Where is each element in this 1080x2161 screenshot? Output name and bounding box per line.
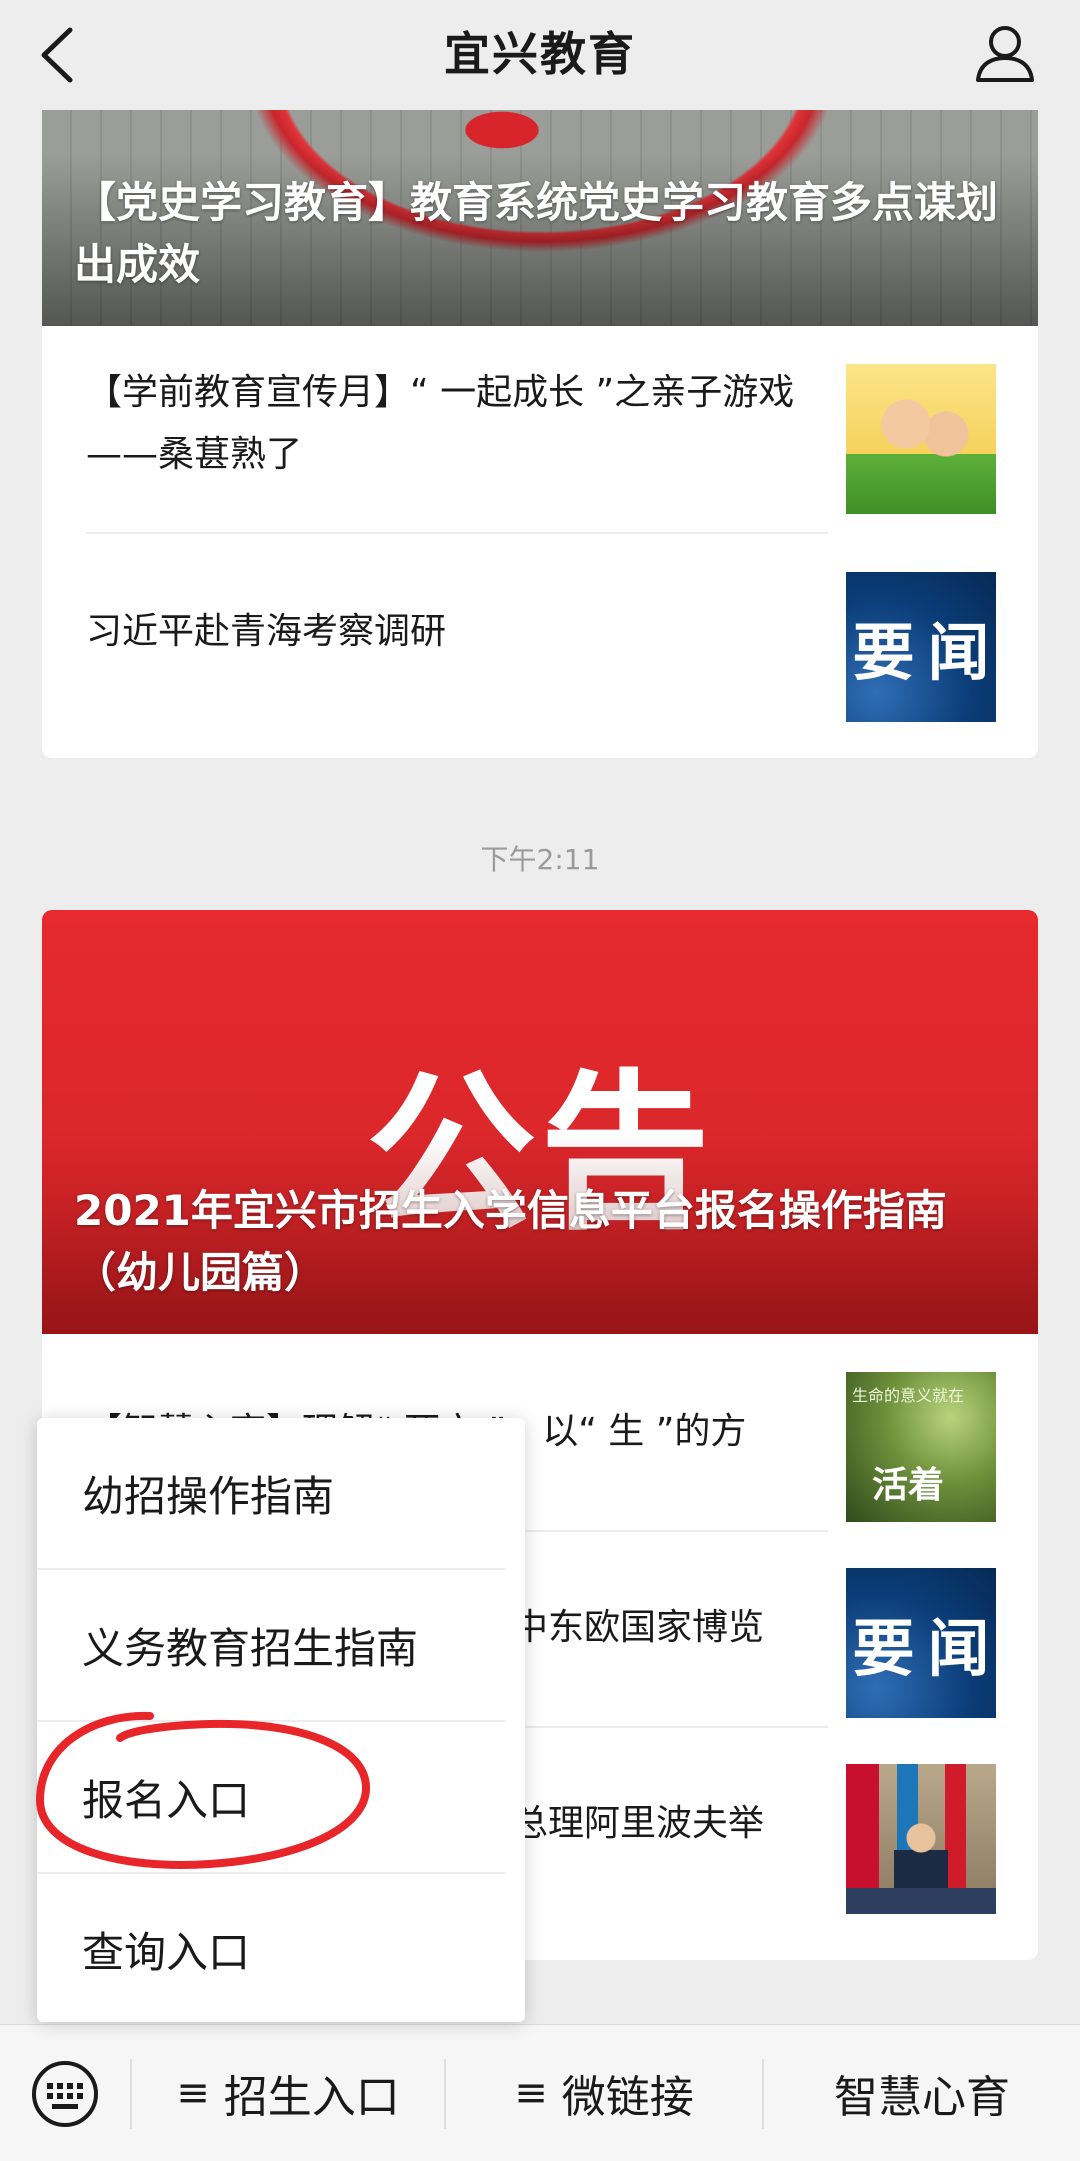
top-bar: 宜兴教育 [0,0,1080,110]
message-timestamp: 下午2:11 [480,843,600,876]
list-item[interactable]: 习近平赴青海考察调研 要 闻 [42,534,1038,730]
user-profile-icon[interactable] [970,18,1040,88]
thumbnail-person [894,1822,948,1892]
cover-title: 【党史学习教育】教育系统党史学习教育多点谋划出成效 [74,178,999,289]
article-card-1: 【党史学习教育】教育系统党史学习教育多点谋划出成效 【学前教育宣传月】“ 一起成… [42,110,1038,758]
list-item-title: 习近平赴青海考察调研 [86,611,447,652]
thumbnail-text: 闻 [927,616,990,689]
menu-item-registration-entry[interactable]: 报名入口 [37,1722,525,1872]
page-title: 宜兴教育 [444,27,636,81]
menu-item-kindergarten-guide[interactable]: 幼招操作指南 [37,1418,525,1568]
thumbnail-caption: 生命的意义就在 [852,1386,965,1405]
list-item[interactable]: 【学前教育宣传月】“ 一起成长 ”之亲子游戏——桑葚熟了 [42,326,1038,522]
menu-icon: ≡ [514,2070,548,2116]
list-item-title: 【学前教育宣传月】“ 一起成长 ”之亲子游戏——桑葚熟了 [86,372,795,475]
cover-article-party-history[interactable]: 【党史学习教育】教育系统党史学习教育多点谋划出成效 [42,110,1038,326]
news-thumbnail: 要 闻 [846,572,996,722]
tab-label: 招生入口 [223,2072,400,2123]
tab-label: 微链接 [561,2072,694,2123]
menu-item-query-entry[interactable]: 查询入口 [37,1874,525,2024]
thumbnail-text: 活着 [872,1464,945,1506]
popup-menu: 幼招操作指南 义务教育招生指南 报名入口 查询入口 [37,1418,525,2022]
life-image-thumbnail: 生命的意义就在 活着 [846,1372,996,1522]
list-item-title: 总理阿里波夫举 [512,1803,765,1844]
meeting-photo-thumbnail [846,1764,996,1914]
thumbnail-desk [846,1888,996,1914]
menu-icon: ≡ [176,2070,210,2116]
news-thumbnail: 要 闻 [846,1568,996,1718]
thumbnail-text: 闻 [927,1612,990,1685]
tab-micro-links[interactable]: ≡ 微链接 [446,2025,762,2161]
keyboard-icon[interactable] [30,2059,100,2129]
list-item-title: 中东欧国家博览 [512,1607,765,1648]
tab-label: 智慧心育 [834,2072,1010,2123]
tab-enrollment-entry[interactable]: ≡ 招生入口 [132,2025,444,2161]
cover-title: 2021年宜兴市招生入学信息平台报名操作指南（幼儿园篇） [74,1186,947,1297]
tab-smart-psychology[interactable]: 智慧心育 [764,2025,1080,2161]
bottom-menu-bar: ≡ 招生入口 ≡ 微链接 智慧心育 [0,2024,1080,2161]
cover-article-announcement[interactable]: 公告 2021年宜兴市招生入学信息平台报名操作指南（幼儿园篇） [42,910,1038,1334]
kids-illustration-thumbnail [846,364,996,514]
thumbnail-text: 要 [852,616,915,689]
menu-item-compulsory-education-guide[interactable]: 义务教育招生指南 [37,1570,525,1720]
thumbnail-text: 要 [852,1612,915,1685]
